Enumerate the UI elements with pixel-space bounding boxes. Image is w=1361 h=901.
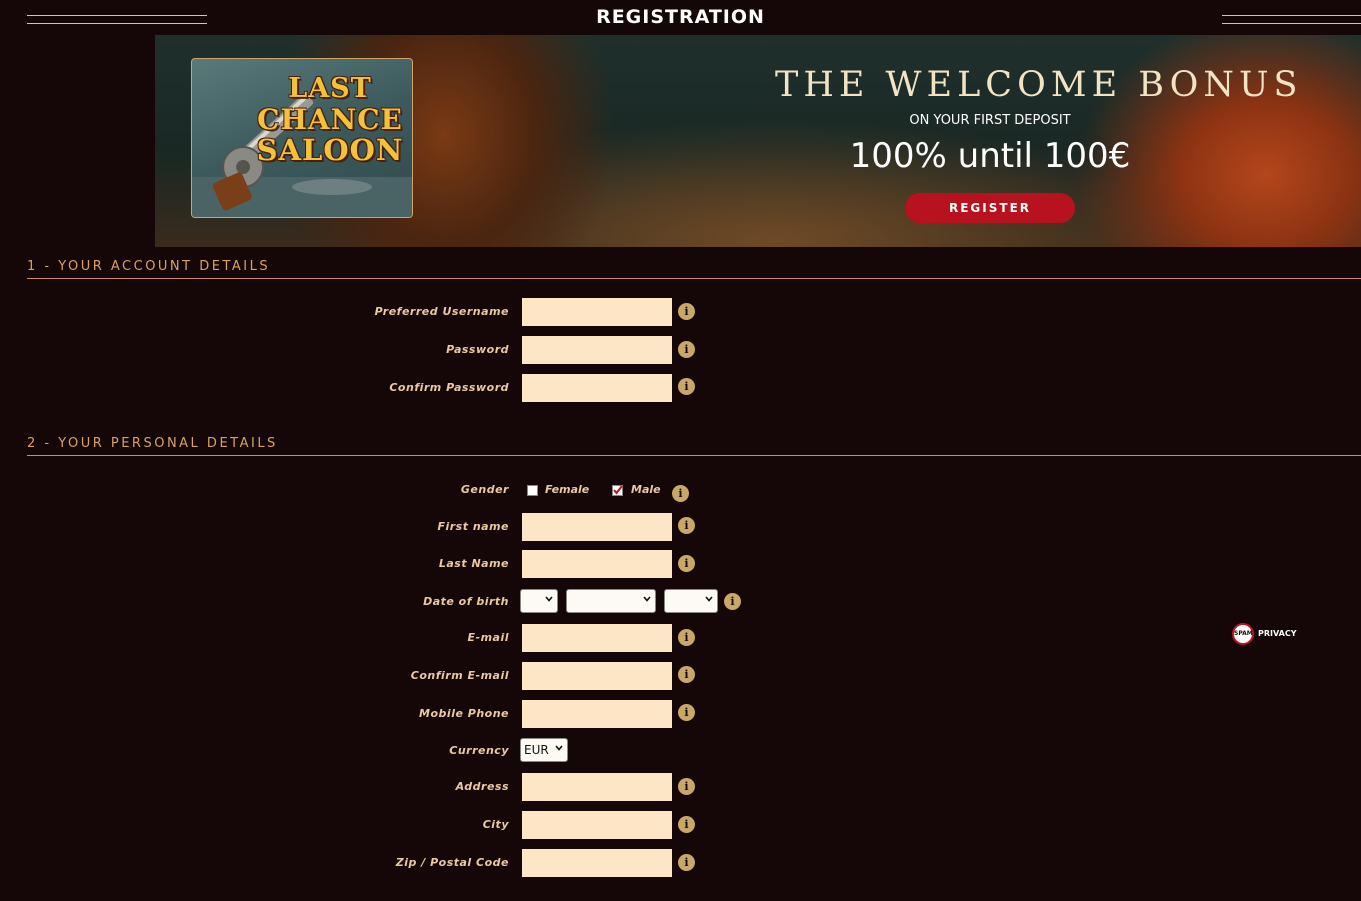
gender-label: Gender (460, 483, 509, 496)
username-input[interactable] (522, 298, 672, 326)
city-input[interactable] (522, 811, 672, 839)
info-icon[interactable]: i (678, 629, 695, 646)
currency-label: Currency (449, 744, 509, 757)
city-label: City (482, 818, 509, 831)
info-icon[interactable]: i (678, 555, 695, 572)
no-spam-icon: SPAM (1232, 623, 1254, 645)
game-logo-text: LAST CHANCE SALOON (250, 73, 410, 166)
info-icon[interactable]: i (678, 778, 695, 795)
confirm-email-label: Confirm E-mail (410, 669, 509, 682)
logo-line-1: LAST (288, 73, 372, 104)
bonus-block: THE WELCOME BONUS ON YOUR FIRST DEPOSIT … (775, 63, 1303, 177)
username-label: Preferred Username (374, 305, 509, 318)
logo-line-2: CHANCE (257, 103, 403, 136)
checkmark-icon (613, 485, 623, 495)
chevron-down-icon (643, 596, 651, 602)
first-name-label: First name (437, 520, 509, 533)
mobile-phone-label: Mobile Phone (419, 707, 509, 720)
section-heading-account: 1 - YOUR ACCOUNT DETAILS (27, 259, 1361, 279)
info-icon[interactable]: i (678, 303, 695, 320)
dob-year-select[interactable] (664, 589, 718, 613)
dob-day-select[interactable] (520, 589, 558, 613)
password-input[interactable] (522, 336, 672, 364)
currency-value: EUR (524, 743, 549, 757)
confirm-email-input[interactable] (522, 662, 672, 690)
logo-line-3: SALOON (256, 133, 404, 167)
section-heading-personal: 2 - YOUR PERSONAL DETAILS (27, 436, 1361, 456)
dob-label: Date of birth (423, 595, 509, 608)
confirm-password-input[interactable] (522, 374, 672, 402)
register-button[interactable]: REGISTER (905, 193, 1075, 223)
address-label: Address (455, 780, 509, 793)
currency-select[interactable]: EUR (520, 738, 568, 762)
info-icon[interactable]: i (724, 593, 741, 610)
bonus-subtitle: ON YOUR FIRST DEPOSIT (909, 113, 1071, 128)
confirm-password-label: Confirm Password (389, 381, 509, 394)
email-label: E-mail (467, 631, 509, 644)
dob-month-select[interactable] (566, 589, 656, 613)
zip-input[interactable] (522, 849, 672, 877)
bonus-title: THE WELCOME BONUS (775, 65, 1303, 105)
last-name-input[interactable] (522, 550, 672, 578)
address-input[interactable] (522, 773, 672, 801)
spam-privacy-label: PRIVACY (1258, 629, 1297, 638)
header-decoration-right (1222, 15, 1361, 24)
last-name-label: Last Name (438, 557, 509, 570)
chevron-down-icon (705, 596, 713, 602)
info-icon[interactable]: i (678, 854, 695, 871)
gender-female-checkbox[interactable] (527, 485, 538, 496)
header-bar: REGISTRATION (0, 0, 1361, 35)
welcome-banner: LAST CHANCE SALOON THE WELCOME BONUS ON … (155, 35, 1361, 247)
info-icon[interactable]: i (678, 378, 695, 395)
game-logo: LAST CHANCE SALOON (191, 58, 413, 218)
first-name-input[interactable] (522, 513, 672, 541)
gender-female-label: Female (545, 483, 590, 496)
info-icon[interactable]: i (672, 485, 689, 502)
info-icon[interactable]: i (678, 517, 695, 534)
bonus-amount: 100% until 100€ (849, 136, 1131, 176)
email-input[interactable] (522, 624, 672, 652)
page-title: REGISTRATION (596, 6, 765, 28)
chevron-down-icon (545, 596, 553, 602)
info-icon[interactable]: i (678, 704, 695, 721)
gender-male-label: Male (631, 483, 661, 496)
info-icon[interactable]: i (678, 816, 695, 833)
mobile-phone-input[interactable] (522, 700, 672, 728)
info-icon[interactable]: i (678, 341, 695, 358)
zip-label: Zip / Postal Code (395, 856, 509, 869)
password-label: Password (446, 343, 509, 356)
info-icon[interactable]: i (678, 666, 695, 683)
gender-male-checkbox[interactable] (612, 485, 623, 496)
chevron-down-icon (555, 745, 563, 751)
